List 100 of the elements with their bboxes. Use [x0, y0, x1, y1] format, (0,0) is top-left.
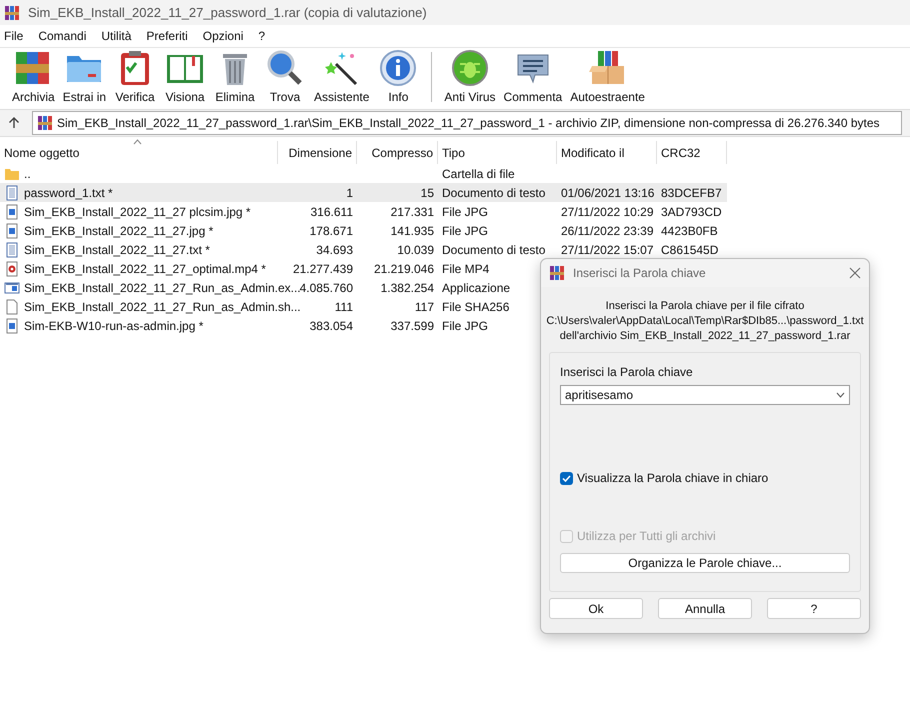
toolbar-button[interactable]: Trova — [260, 48, 310, 106]
table-cell-text: 1.382.254 — [380, 280, 434, 296]
table-cell-text: File MP4 — [442, 260, 490, 278]
dropdown-chevron-icon — [836, 392, 845, 398]
table-cell-text: C861545D — [661, 242, 718, 258]
file-row[interactable]: Sim_EKB_Install_2022_11_27.txt * 34.693 10.039 Documento di testo 27/11/2022 15:07 C861545D — [0, 240, 727, 259]
menu-item[interactable]: Opzioni — [202, 27, 244, 45]
dialog-button[interactable]: ? — [767, 598, 861, 619]
toolbar-button[interactable]: Archivia — [8, 48, 59, 106]
table-cell-text: 178.671 — [310, 222, 353, 240]
password-combobox[interactable]: apritisesamo — [560, 385, 850, 405]
table-cell-text: Sim_EKB_Install_2022_11_27_optimal.mp4 * — [24, 260, 266, 278]
menu-item[interactable]: ? — [258, 27, 266, 45]
window-title: Sim_EKB_Install_2022_11_27_password_1.rar (copia di valutazione) — [28, 4, 427, 22]
table-cell-text: Documento di testo — [442, 184, 546, 202]
checkbox-label: Visualizza la Parola chiave in chiaro — [577, 470, 768, 487]
file-icon — [4, 298, 20, 314]
column-header[interactable]: Compresso — [357, 141, 438, 164]
column-header[interactable]: Modificato il — [557, 141, 657, 164]
table-cell-text: Sim_EKB_Install_2022_11_27_Run_as_Admin.sh... — [24, 298, 301, 316]
file-row[interactable]: password_1.txt * 1 15 Documento di testo 01/06/2021 13:16 83DCEFB7 — [0, 183, 727, 202]
toolbar-button[interactable]: Autoestraente — [566, 48, 649, 106]
table-cell-text: .. — [24, 166, 31, 182]
toolbar-button[interactable]: Commenta — [500, 48, 566, 106]
file-row[interactable]: .. Cartella di file — [0, 164, 727, 183]
file-row[interactable]: Sim_EKB_Install_2022_11_27 plcsim.jpg * 316.611 217.331 File JPG 27/11/2022 10:29 3AD793CD — [0, 202, 727, 221]
table-cell-text: 21.219.046 — [374, 260, 434, 278]
table-cell-text: File SHA256 — [442, 298, 510, 316]
bug-icon — [450, 48, 490, 88]
dialog-message: dell'archivio Sim_EKB_Install_2022_11_27_password_1.rar — [560, 329, 850, 344]
address-field[interactable]: Sim_EKB_Install_2022_11_27_password_1.rar\Sim_EKB_Install_2022_11_27_password_1 - archivio ZIP, dimensione non-compressa di 26.276.340 bytes — [32, 111, 902, 135]
table-cell-text: Sim_EKB_Install_2022_11_27 plcsim.jpg * — [24, 204, 251, 220]
toolbar-button[interactable]: Estrai in — [58, 48, 110, 106]
table-cell-text: File JPG — [442, 222, 488, 240]
archive-icon — [37, 115, 53, 131]
table-cell-text: 4423B0FB — [661, 222, 718, 240]
checkbox-label: Utilizza per Tutti gli archivi — [577, 528, 716, 545]
table-cell-text: 10.039 — [397, 242, 434, 258]
text-file-icon — [4, 242, 20, 258]
table-cell-text: 3AD793CD — [661, 204, 722, 220]
table-cell-text: File JPG — [442, 204, 488, 220]
file-row[interactable]: Sim_EKB_Install_2022_11_27.jpg * 178.671 141.935 File JPG 26/11/2022 23:39 4423B0FB — [0, 221, 727, 240]
checkmark-icon — [562, 474, 571, 482]
field-label: Inserisci la Parola chiave — [560, 364, 694, 381]
archive-icon — [549, 265, 565, 281]
table-cell-text: 34.693 — [316, 242, 353, 258]
column-header[interactable]: Nome oggetto — [0, 141, 278, 164]
table-cell-text: 383.054 — [310, 318, 353, 334]
table-cell-text: 337.599 — [390, 318, 434, 334]
menu-item[interactable]: File — [4, 27, 24, 45]
table-cell-text: 111 — [334, 298, 353, 316]
toolbar-button[interactable]: Assistente — [310, 48, 374, 106]
toolbar-button[interactable]: Anti Virus — [440, 48, 500, 106]
table-cell-text: Sim_EKB_Install_2022_11_27.txt * — [24, 242, 210, 258]
table-cell-text: Sim_EKB_Install_2022_11_27.jpg * — [24, 222, 214, 240]
column-header[interactable]: CRC32 — [657, 141, 727, 164]
table-cell-text: Applicazione — [442, 280, 510, 296]
table-cell-text: 316.611 — [310, 204, 353, 220]
table-cell-text: 4.085.760 — [300, 280, 353, 296]
table-cell-text: 01/06/2021 13:16 — [561, 184, 654, 202]
table-cell-text: 217.331 — [390, 204, 434, 220]
checkbox[interactable] — [560, 472, 573, 484]
table-cell-text: 83DCEFB7 — [661, 184, 722, 202]
menu-item[interactable]: Preferiti — [146, 27, 188, 45]
close-icon[interactable] — [849, 267, 861, 279]
table-cell-text: Cartella di file — [442, 166, 515, 182]
table-cell-text: 15 — [420, 184, 434, 202]
table-cell-text: Sim_EKB_Install_2022_11_27_Run_as_Admin.ex... — [24, 280, 301, 296]
toolbar-button[interactable]: Info — [373, 48, 424, 106]
dialog-message: Inserisci la Parola chiave per il file cifrato — [606, 299, 804, 314]
text-file-icon — [4, 184, 20, 200]
menu-item[interactable]: Utilità — [101, 27, 132, 45]
menu-item[interactable]: Comandi — [38, 27, 86, 45]
toolbar-button[interactable]: Visiona — [160, 48, 210, 106]
dialog-button[interactable]: Annulla — [658, 598, 752, 619]
application-icon — [4, 280, 20, 296]
image-file-icon — [4, 222, 20, 238]
up-arrow-icon[interactable] — [8, 117, 20, 129]
table-cell-text: 141.935 — [390, 222, 434, 240]
column-header[interactable]: Tipo — [438, 141, 557, 164]
image-file-icon — [4, 318, 20, 334]
table-cell-text: 1 — [346, 184, 353, 202]
table-cell-text: 27/11/2022 10:29 — [561, 204, 654, 220]
table-cell-text: 26/11/2022 23:39 — [561, 222, 654, 240]
toolbar-button[interactable]: Elimina — [210, 48, 260, 106]
table-cell-text: File JPG — [442, 318, 488, 334]
table-cell-text: 21.277.439 — [292, 260, 353, 278]
table-cell-text: 117 — [414, 298, 434, 316]
table-cell-text: 27/11/2022 15:07 — [561, 242, 654, 258]
column-header[interactable]: Dimensione — [278, 141, 357, 164]
dialog-button[interactable]: Ok — [549, 598, 643, 619]
video-file-icon — [4, 260, 20, 276]
table-cell-text: password_1.txt * — [24, 184, 113, 202]
table-cell-text: Documento di testo — [442, 242, 546, 258]
archive-icon — [4, 4, 20, 20]
toolbar-button[interactable]: Verifica — [110, 48, 160, 106]
organize-passwords-button[interactable]: Organizza le Parole chiave... — [560, 553, 850, 573]
image-file-icon — [4, 204, 20, 220]
table-cell-text: Sim-EKB-W10-run-as-admin.jpg * — [24, 318, 204, 334]
dialog-message: C:\Users\valer\AppData\Local\Temp\Rar$DIb85...\password_1.txt — [546, 314, 864, 329]
